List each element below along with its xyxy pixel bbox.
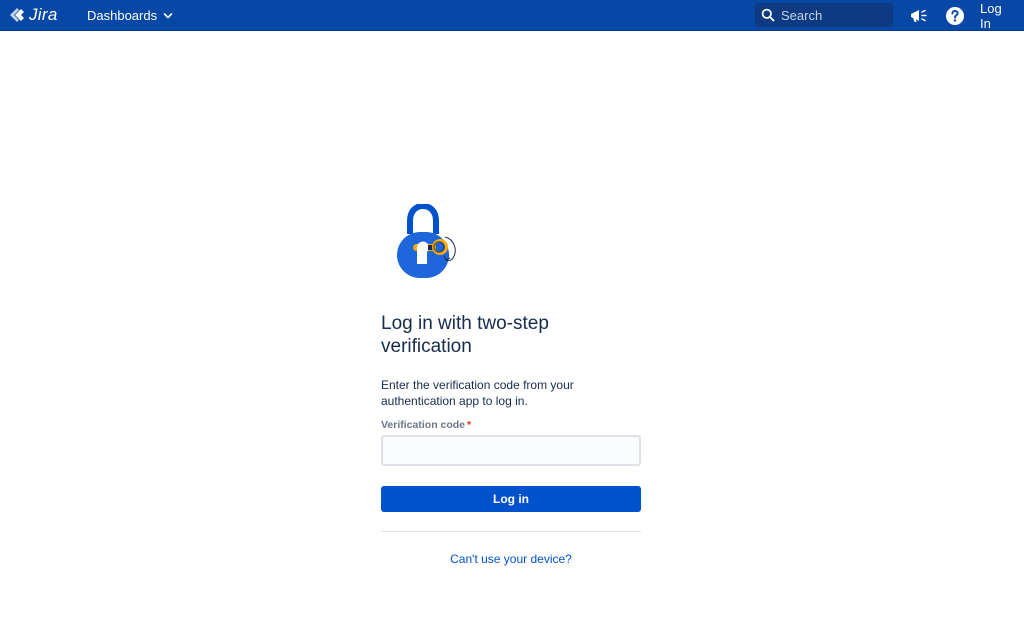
dashboards-label: Dashboards [87, 8, 158, 23]
verification-code-label-text: Verification code [381, 419, 466, 431]
padlock-key-icon [397, 204, 456, 278]
verification-code-input[interactable] [381, 435, 641, 466]
announcement-button[interactable] [907, 4, 931, 28]
jira-logo-icon [10, 8, 24, 22]
verification-code-label: Verification code * [381, 419, 471, 431]
divider [381, 531, 641, 532]
login-button[interactable]: Log in [381, 486, 641, 512]
search-icon [761, 8, 775, 22]
chevron-down-icon [163, 12, 173, 19]
logo-text: Jira [29, 5, 58, 24]
help-button[interactable] [943, 4, 967, 28]
help-icon [946, 7, 964, 25]
page-title: Log in with two-step verification [381, 313, 549, 357]
megaphone-icon [911, 9, 927, 22]
header-login-link[interactable]: Log In [972, 0, 1024, 31]
instructions-text: Enter the verification code from your au… [381, 378, 574, 408]
jira-logo[interactable]: Jira [8, 5, 58, 25]
cant-use-device-link[interactable]: Can't use your device? [381, 552, 641, 566]
search-box[interactable] [755, 3, 893, 27]
required-marker: * [467, 419, 472, 431]
top-navigation-bar: Jira Dashboards Log In [0, 0, 1024, 31]
search-input[interactable] [781, 7, 881, 23]
dashboards-menu[interactable]: Dashboards [80, 0, 180, 31]
